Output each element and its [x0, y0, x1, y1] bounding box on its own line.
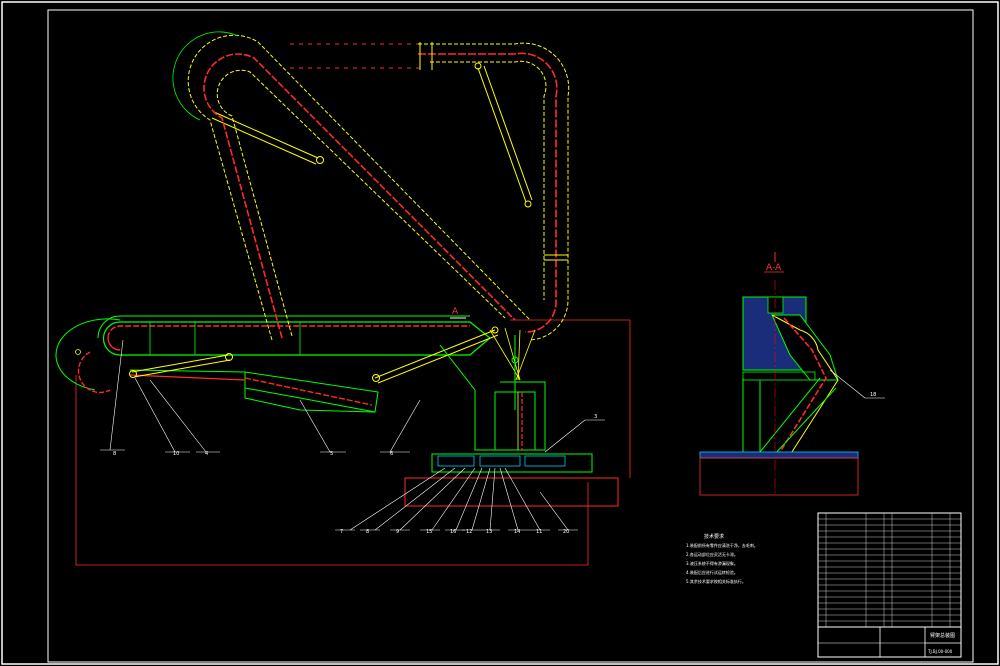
note-line-1: 1.装配前所有零件应清洗干净，去毛刺。 — [686, 542, 758, 548]
callout-1: 8 — [113, 451, 116, 457]
callout-3: 4 — [205, 451, 208, 457]
callout-6: 3 — [594, 414, 597, 420]
callout-12: 12 — [466, 529, 472, 535]
callout-11: 16 — [450, 529, 456, 535]
callout-14: 14 — [514, 529, 520, 535]
bill-of-materials — [818, 513, 961, 627]
note-line-4: 4.装配后应进行试运转检验。 — [686, 569, 738, 575]
notes-title: 技术要求 — [704, 533, 724, 540]
lower-boom — [97, 315, 491, 356]
callout-8: 8 — [366, 529, 369, 535]
section-view-title: A-A — [766, 263, 782, 273]
top-pipe — [290, 42, 570, 341]
part-callouts — [100, 339, 605, 531]
upper-left-arm — [172, 31, 531, 341]
technical-notes: 技术要求 1.装配前所有零件应清洗干净，去毛刺。 2.各运动部位应灵活无卡滞。 … — [686, 533, 758, 584]
cad-drawing-sheet: A 8 10 4 5 6 3 7 8 9 15 16 12 13 14 11 2… — [1, 1, 999, 665]
callout-9: 9 — [396, 529, 399, 535]
note-line-5: 5.其余技术要求按相关标准执行。 — [686, 578, 746, 584]
callout-16: 20 — [563, 529, 569, 535]
boom-main-view: A 8 10 4 5 6 3 7 8 9 15 16 12 13 14 11 2… — [55, 31, 631, 566]
title-block: 臂架总装图 TJ.BJ.00-000 — [817, 512, 962, 658]
section-view-AA: A-A 18 — [699, 252, 885, 496]
base-slewing-plate — [431, 453, 593, 473]
callout-7: 7 — [340, 529, 343, 535]
section-mark-1: A — [452, 307, 459, 317]
section-callout: 18 — [870, 392, 876, 398]
note-line-2: 2.各运动部位应灵活无卡滞。 — [686, 551, 738, 557]
note-line-3: 3.液压系统不得有渗漏现象。 — [686, 560, 738, 566]
hydraulic-cylinders — [129, 62, 533, 384]
sheet-inner-border — [47, 9, 974, 663]
middle-boom — [129, 369, 379, 413]
turret-column — [439, 344, 546, 451]
callout-numbers: 8 10 4 5 6 3 7 8 9 15 16 12 13 14 11 20 — [113, 414, 597, 535]
drawing-name: 臂架总装图 — [930, 632, 955, 639]
drawing-number: TJ.BJ.00-000 — [927, 649, 953, 654]
callout-13: 13 — [486, 529, 492, 535]
callout-5: 6 — [390, 451, 393, 457]
callout-2: 10 — [173, 451, 179, 457]
pivot-hub — [489, 327, 536, 410]
callout-4: 5 — [330, 451, 333, 457]
callout-10: 15 — [426, 529, 432, 535]
callout-15: 11 — [536, 529, 542, 535]
